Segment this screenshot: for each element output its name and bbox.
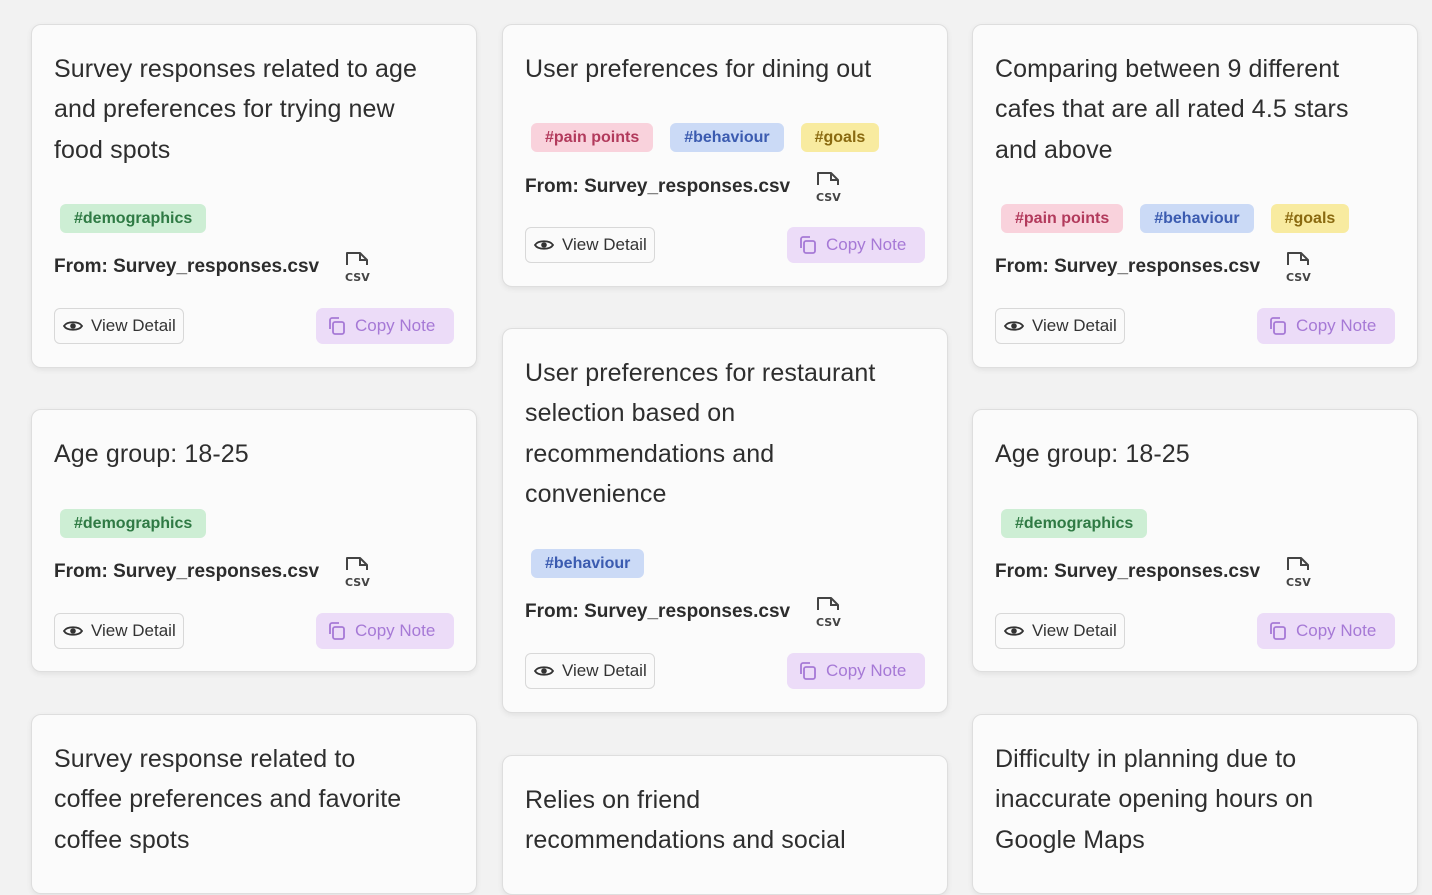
copy-note-button[interactable]: Copy Note — [787, 227, 925, 263]
copy-note-button[interactable]: Copy Note — [316, 613, 454, 649]
tag-list: #pain points #behaviour #goals — [1001, 204, 1350, 233]
tag-goals[interactable]: #goals — [800, 123, 880, 152]
note-card[interactable]: Age group: 18-25 #demographics From: Sur… — [31, 409, 477, 672]
copy-icon — [1270, 317, 1286, 335]
note-title: Difficulty in planning due to inaccurate… — [995, 745, 1314, 854]
copy-note-button[interactable]: Copy Note — [316, 308, 454, 344]
note-title: Age group: 18-25 — [995, 440, 1190, 468]
copy-icon — [329, 317, 345, 335]
eye-icon — [63, 321, 83, 331]
note-card[interactable]: User preferences for restaurant selectio… — [502, 328, 948, 713]
eye-icon — [1004, 321, 1024, 331]
copy-note-button[interactable]: Copy Note — [787, 653, 925, 689]
source-file: From: Survey_responses.csv CSV — [525, 595, 846, 629]
tag-list: #demographics — [60, 204, 207, 233]
note-card[interactable]: Relies on friend recommendations and soc… — [502, 755, 948, 895]
tag-goals[interactable]: #goals — [1270, 204, 1350, 233]
copy-icon — [800, 662, 816, 680]
note-card[interactable]: Age group: 18-25 #demographics From: Sur… — [972, 409, 1418, 672]
svg-text:CSV: CSV — [816, 616, 841, 629]
svg-text:CSV: CSV — [1286, 576, 1311, 589]
view-detail-button[interactable]: View Detail — [525, 653, 655, 689]
note-card[interactable]: Survey response related to coffee prefer… — [31, 714, 477, 894]
tag-list: #behaviour — [531, 549, 645, 578]
note-title: Survey response related to coffee prefer… — [54, 745, 402, 854]
tag-pain-points[interactable]: #pain points — [1001, 204, 1124, 233]
svg-text:CSV: CSV — [345, 271, 370, 284]
source-file: From: Survey_responses.csv CSV — [54, 555, 375, 589]
view-detail-button[interactable]: View Detail — [54, 308, 184, 344]
svg-text:CSV: CSV — [345, 576, 370, 589]
copy-note-button[interactable]: Copy Note — [1257, 308, 1395, 344]
view-detail-button[interactable]: View Detail — [995, 613, 1125, 649]
view-detail-button[interactable]: View Detail — [995, 308, 1125, 344]
note-title: Relies on friend recommendations and soc… — [525, 786, 846, 855]
svg-text:CSV: CSV — [816, 191, 841, 204]
csv-file-icon[interactable]: CSV — [814, 595, 846, 629]
note-title: User preferences for dining out — [525, 55, 872, 83]
tag-demographics[interactable]: #demographics — [60, 204, 207, 233]
source-file: From: Survey_responses.csv CSV — [54, 250, 375, 284]
csv-file-icon[interactable]: CSV — [1284, 555, 1316, 589]
note-card[interactable]: Survey responses related to age and pref… — [31, 24, 477, 368]
csv-file-icon[interactable]: CSV — [814, 170, 846, 204]
note-title: Comparing between 9 different cafes that… — [995, 55, 1349, 164]
note-title: Survey responses related to age and pref… — [54, 55, 418, 164]
view-detail-button[interactable]: View Detail — [525, 227, 655, 263]
eye-icon — [1004, 626, 1024, 636]
source-file: From: Survey_responses.csv CSV — [995, 555, 1316, 589]
copy-icon — [800, 236, 816, 254]
eye-icon — [63, 626, 83, 636]
tag-demographics[interactable]: #demographics — [1001, 509, 1148, 538]
tag-list: #demographics — [1001, 509, 1148, 538]
csv-file-icon[interactable]: CSV — [1284, 250, 1316, 284]
note-title: User preferences for restaurant selectio… — [525, 359, 876, 509]
tag-demographics[interactable]: #demographics — [60, 509, 207, 538]
copy-icon — [329, 622, 345, 640]
note-card[interactable]: User preferences for dining out #pain po… — [502, 24, 948, 287]
eye-icon — [534, 240, 554, 250]
note-card[interactable]: Difficulty in planning due to inaccurate… — [972, 714, 1418, 894]
tag-behaviour[interactable]: #behaviour — [1140, 204, 1254, 233]
view-detail-button[interactable]: View Detail — [54, 613, 184, 649]
tag-behaviour[interactable]: #behaviour — [531, 549, 645, 578]
tag-list: #demographics — [60, 509, 207, 538]
source-file: From: Survey_responses.csv CSV — [995, 250, 1316, 284]
eye-icon — [534, 666, 554, 676]
note-title: Age group: 18-25 — [54, 440, 249, 468]
svg-text:CSV: CSV — [1286, 271, 1311, 284]
tag-pain-points[interactable]: #pain points — [531, 123, 654, 152]
tag-behaviour[interactable]: #behaviour — [670, 123, 784, 152]
csv-file-icon[interactable]: CSV — [343, 250, 375, 284]
copy-note-button[interactable]: Copy Note — [1257, 613, 1395, 649]
csv-file-icon[interactable]: CSV — [343, 555, 375, 589]
note-card[interactable]: Comparing between 9 different cafes that… — [972, 24, 1418, 368]
source-file: From: Survey_responses.csv CSV — [525, 170, 846, 204]
copy-icon — [1270, 622, 1286, 640]
tag-list: #pain points #behaviour #goals — [531, 123, 880, 152]
